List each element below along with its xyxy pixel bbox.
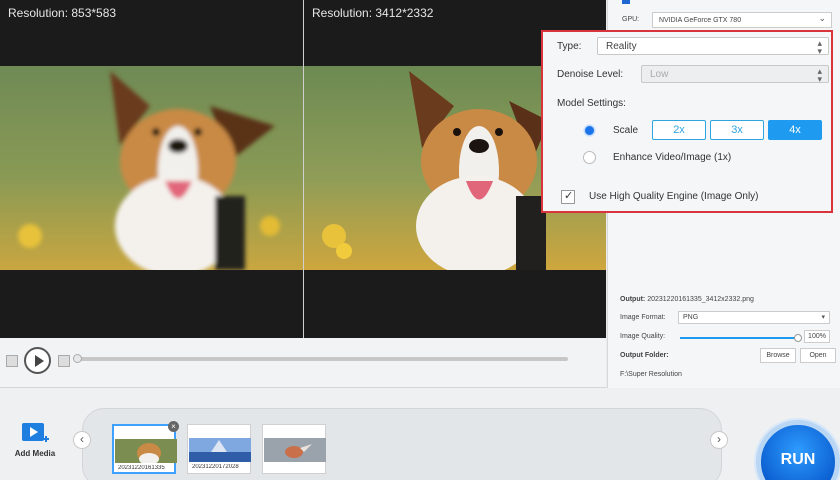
thumbnail-city-image [189,438,251,462]
scale-2x-button[interactable]: 2x [652,120,706,140]
play-button[interactable] [24,347,51,374]
run-button[interactable]: RUN [756,420,840,480]
frame-forward-icon[interactable] [58,355,70,367]
original-resolution-label: Resolution: 853*583 [8,6,117,20]
media-thumbnail[interactable]: 20231220161335 × [112,421,179,474]
output-label: Output: [620,296,646,303]
preview-area: Resolution: 853*583 Resolution: 3412*233… [0,0,606,338]
model-settings-box: Type: Reality ▴ ▾ Denoise Level: Low ▴ ▾ M… [541,30,833,213]
next-media-button[interactable]: › [710,431,728,449]
remove-media-icon[interactable]: × [168,421,179,432]
type-chevron-icon: ▴ ▾ [817,38,822,56]
browse-button[interactable]: Browse [760,348,796,363]
denoise-chevron-icon: ▴ ▾ [817,66,822,84]
denoise-label: Denoise Level: [557,69,624,80]
high-quality-label: Use High Quality Engine (Image Only) [589,191,759,202]
model-settings-label: Model Settings: [557,98,626,109]
scale-3x-button[interactable]: 3x [710,120,764,140]
media-strip-area: Add Media ‹ 20231220161335 × 20231220172… [0,388,840,480]
type-select[interactable]: Reality ▴ ▾ [597,37,829,56]
image-format-label: Image Format: [620,314,666,321]
enhance-radio[interactable] [583,151,596,164]
image-format-select[interactable]: PNG [678,311,830,324]
thumbnail-caption: 20231220161335 [118,465,165,471]
timeline-slider[interactable] [73,354,568,363]
gpu-accel-icon [622,0,630,4]
add-media-label: Add Media [14,449,56,458]
add-media-button[interactable]: Add Media [12,420,58,458]
scale-4x-button[interactable]: 4x [768,120,822,140]
thumbnail-dog-image [115,439,177,463]
scale-radio[interactable] [583,124,596,137]
frame-back-icon[interactable] [6,355,18,367]
output-folder-path: F:\Super Resolution [620,371,682,378]
prev-media-button[interactable]: ‹ [73,431,91,449]
high-quality-checkbox[interactable] [561,189,575,204]
image-quality-slider[interactable] [680,334,802,342]
image-quality-knob[interactable] [794,334,802,342]
thumbnail-caption: 20231220172028 [192,464,239,470]
output-folder-label: Output Folder: [620,352,669,359]
original-preview: Resolution: 853*583 [0,0,303,338]
denoise-select[interactable]: Low ▴ ▾ [641,65,829,84]
enhance-label: Enhance Video/Image (1x) [613,152,732,163]
scale-label: Scale [613,125,639,136]
image-quality-value[interactable]: 100% [804,330,830,343]
thumbnail-bird-image [264,438,326,462]
add-media-icon [22,423,49,442]
player-bar [0,338,606,388]
gpu-select[interactable]: NVIDIA GeForce GTX 780 [652,12,832,28]
image-quality-label: Image Quality: [620,333,666,340]
media-thumbnail[interactable] [262,424,326,474]
media-strip [82,408,722,480]
enhanced-resolution-label: Resolution: 3412*2332 [312,6,434,20]
open-button[interactable]: Open [800,348,836,363]
gpu-label: GPU: [622,16,640,23]
denoise-value: Low [650,69,669,80]
type-label: Type: [557,41,582,52]
media-thumbnail[interactable]: 20231220172028 [187,424,251,474]
original-dog-image [0,66,303,270]
output-filename: 20231220161335_3412x2332.png [647,296,754,303]
timeline-knob[interactable] [73,354,82,363]
type-value: Reality [606,41,637,52]
